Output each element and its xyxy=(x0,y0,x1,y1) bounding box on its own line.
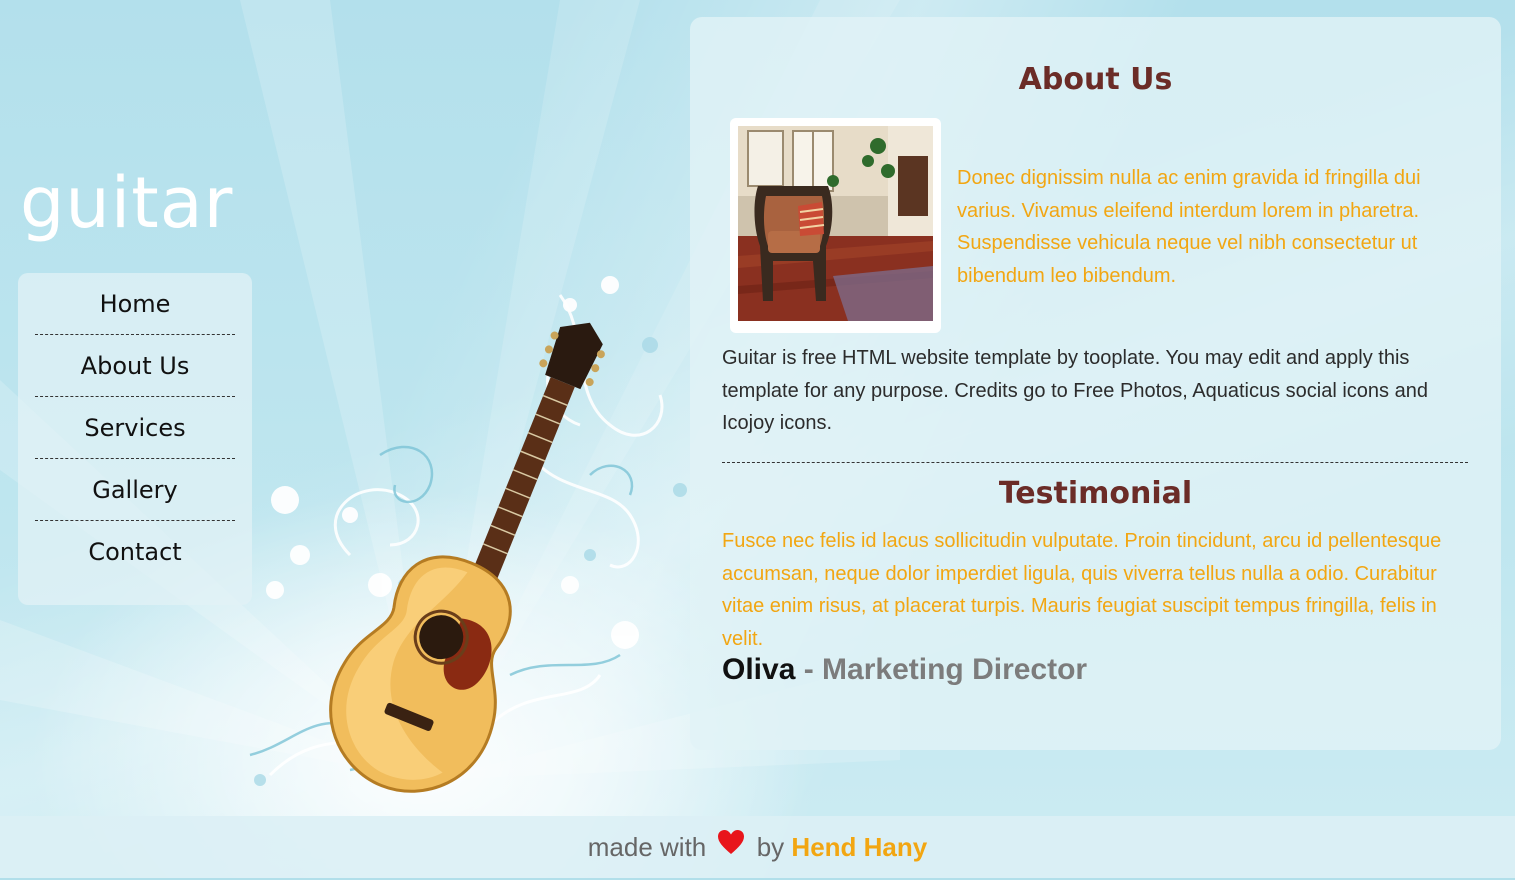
nav-item-services[interactable]: Services xyxy=(35,397,235,459)
nav-item-gallery[interactable]: Gallery xyxy=(35,459,235,521)
footer-by: by xyxy=(756,832,785,862)
about-body-text: Guitar is free HTML website template by … xyxy=(722,347,1428,434)
about-photo-frame xyxy=(730,118,941,333)
heart-icon xyxy=(717,815,745,877)
guitar-illustration xyxy=(249,276,687,793)
nav-item-home[interactable]: Home xyxy=(35,273,235,335)
site-logo[interactable]: guitar xyxy=(20,168,233,238)
author-separator: - xyxy=(795,653,823,686)
section-divider xyxy=(722,462,1468,463)
page-footer: made with by Hend Hany xyxy=(0,816,1515,878)
armchair-room-photo xyxy=(738,126,933,321)
footer-author-link[interactable]: Hend Hany xyxy=(791,832,927,862)
about-highlight-text: Donec dignissim nulla ac enim gravida id… xyxy=(957,167,1421,287)
footer-prefix: made with xyxy=(587,832,707,862)
about-title: About Us xyxy=(1018,62,1173,97)
testimonial-text: Fusce nec felis id lacus sollicitudin vu… xyxy=(722,530,1442,650)
author-role: Marketing Director xyxy=(822,653,1088,686)
author-name: Oliva xyxy=(722,653,796,686)
content-panel: About Us Donec dignissim nulla ac enim g… xyxy=(690,17,1501,750)
main-nav: Home About Us Services Gallery Contact xyxy=(18,273,252,605)
nav-item-contact[interactable]: Contact xyxy=(35,521,235,583)
testimonial-author: Oliva - Marketing Director xyxy=(722,653,1087,687)
testimonial-title: Testimonial xyxy=(998,476,1193,511)
nav-item-about-us[interactable]: About Us xyxy=(35,335,235,397)
